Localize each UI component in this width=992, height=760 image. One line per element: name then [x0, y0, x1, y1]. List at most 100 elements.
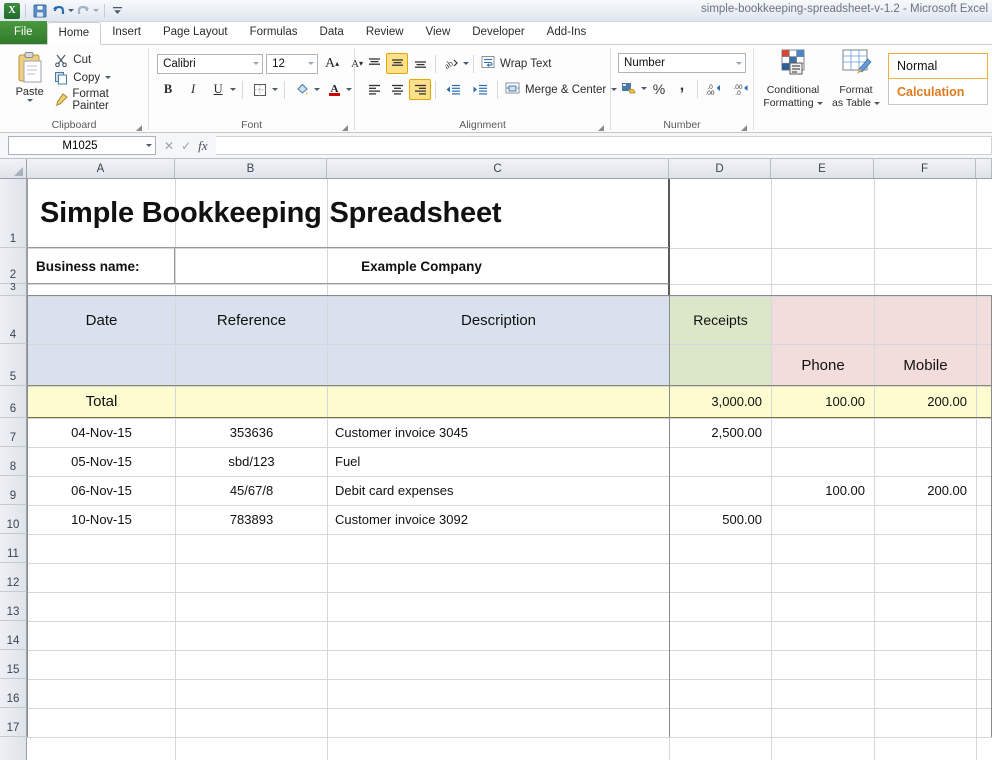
column-header-b[interactable]: B — [175, 159, 327, 178]
percent-style-button[interactable]: % — [648, 78, 670, 99]
cell-d4-receipts-header[interactable]: Receipts — [670, 296, 771, 344]
row-header-17[interactable]: 17 — [0, 708, 27, 737]
paste-button[interactable]: Paste — [6, 49, 53, 102]
row-header-3[interactable]: 3 — [0, 284, 27, 296]
row-header-11[interactable]: 11 — [0, 534, 27, 563]
name-box[interactable]: M1025 — [8, 136, 156, 155]
tab-insert[interactable]: Insert — [101, 21, 152, 44]
clipboard-dialog-launcher[interactable] — [135, 123, 144, 132]
cell-b8-reference[interactable]: sbd/123 — [176, 447, 327, 476]
row-header-13[interactable]: 13 — [0, 592, 27, 621]
redo-dropdown-caret-icon[interactable] — [93, 9, 99, 12]
cell-a10-date[interactable]: 10-Nov-15 — [28, 505, 175, 534]
cell-f8-mobile[interactable] — [875, 447, 974, 476]
cell-a9-date[interactable]: 06-Nov-15 — [28, 476, 175, 505]
decrease-indent-button[interactable] — [440, 79, 466, 100]
cell-b9-reference[interactable]: 45/67/8 — [176, 476, 327, 505]
row-header-18[interactable] — [0, 737, 27, 760]
conditional-formatting-dropdown-caret-icon[interactable] — [817, 102, 823, 105]
cell-a7-date[interactable]: 04-Nov-15 — [28, 418, 175, 447]
cell-e9-phone[interactable]: 100.00 — [772, 476, 872, 505]
row-header-1[interactable]: 1 — [0, 179, 27, 248]
tab-home[interactable]: Home — [47, 22, 102, 45]
borders-dropdown-caret-icon[interactable] — [272, 88, 278, 91]
row-header-12[interactable]: 12 — [0, 563, 27, 592]
font-dialog-launcher[interactable] — [341, 123, 350, 132]
cell-e8-phone[interactable] — [772, 447, 872, 476]
cell-a8-date[interactable]: 05-Nov-15 — [28, 447, 175, 476]
cell-c7-description[interactable]: Customer invoice 3045 — [328, 418, 669, 447]
cell-c4-description-header[interactable]: Description — [328, 296, 669, 344]
tab-review[interactable]: Review — [355, 21, 415, 44]
cell-b2-business-name-value[interactable]: Example Company — [175, 248, 668, 284]
row-header-6[interactable]: 6 — [0, 386, 27, 418]
fill-color-button[interactable] — [291, 79, 320, 100]
comma-style-button[interactable]: , — [671, 78, 693, 99]
increase-decimal-button[interactable]: .0 .00 — [702, 78, 728, 99]
cell-f6-total-mobile[interactable]: 200.00 — [875, 386, 974, 417]
undo-icon[interactable] — [49, 2, 67, 20]
column-header-g[interactable] — [976, 159, 992, 178]
cell-a4-date-header[interactable]: Date — [28, 296, 175, 344]
row-header-8[interactable]: 8 — [0, 447, 27, 476]
cell-d6-total-receipts[interactable]: 3,000.00 — [670, 386, 769, 417]
cell-style-normal[interactable]: Normal — [888, 53, 988, 79]
format-as-table-button[interactable]: Format as Table — [828, 49, 884, 109]
cell-f9-mobile[interactable]: 200.00 — [875, 476, 974, 505]
fill-color-dropdown-caret-icon[interactable] — [314, 88, 320, 91]
cell-d10-receipts[interactable]: 500.00 — [670, 505, 769, 534]
cell-b10-reference[interactable]: 783893 — [176, 505, 327, 534]
cut-button[interactable]: Cut — [53, 52, 144, 67]
font-name-combo[interactable]: Calibri — [157, 54, 263, 74]
cell-c8-description[interactable]: Fuel — [328, 447, 669, 476]
number-dialog-launcher[interactable] — [740, 123, 749, 132]
row-header-2[interactable]: 2 — [0, 248, 27, 284]
cell-e5-phone-header[interactable]: Phone — [772, 344, 874, 386]
cell-d8-receipts[interactable] — [670, 447, 769, 476]
merge-center-button[interactable]: Merge & Center — [502, 80, 620, 99]
tab-view[interactable]: View — [415, 21, 462, 44]
select-all-button[interactable] — [0, 159, 27, 178]
orientation-button[interactable]: ab — [440, 53, 469, 74]
accounting-format-button[interactable] — [618, 78, 647, 99]
name-box-dropdown-caret-icon[interactable] — [146, 144, 152, 147]
cell-a2-business-name-label[interactable]: Business name: — [28, 248, 174, 284]
tab-developer[interactable]: Developer — [461, 21, 535, 44]
align-right-button[interactable] — [409, 79, 431, 100]
column-header-a[interactable]: A — [27, 159, 175, 178]
accounting-dropdown-caret-icon[interactable] — [641, 87, 647, 90]
cell-f5-mobile-header[interactable]: Mobile — [875, 344, 976, 386]
underline-button[interactable]: U — [207, 79, 236, 100]
decrease-decimal-button[interactable]: .00 .0 — [729, 78, 755, 99]
wrap-text-button[interactable]: Wrap Text — [478, 54, 554, 73]
copy-dropdown-caret-icon[interactable] — [105, 76, 111, 79]
cell-c9-description[interactable]: Debit card expenses — [328, 476, 669, 505]
column-header-d[interactable]: D — [669, 159, 771, 178]
row-header-5[interactable]: 5 — [0, 344, 27, 386]
align-bottom-button[interactable] — [409, 53, 431, 74]
align-left-button[interactable] — [363, 79, 385, 100]
column-header-c[interactable]: C — [327, 159, 669, 178]
insert-function-icon[interactable]: fx — [198, 138, 207, 154]
cell-b7-reference[interactable]: 353636 — [176, 418, 327, 447]
row-header-14[interactable]: 14 — [0, 621, 27, 650]
cell-e10-phone[interactable] — [772, 505, 872, 534]
copy-button[interactable]: Copy — [53, 70, 144, 85]
conditional-formatting-button[interactable]: Conditional Formatting — [762, 49, 824, 109]
paste-dropdown-caret-icon[interactable] — [27, 99, 33, 102]
cell-d7-receipts[interactable]: 2,500.00 — [670, 418, 769, 447]
cell-a6-total-label[interactable]: Total — [28, 386, 175, 417]
format-painter-button[interactable]: Format Painter — [53, 88, 144, 112]
cell-f7-mobile[interactable] — [875, 418, 974, 447]
bold-button[interactable]: B — [157, 79, 179, 100]
italic-button[interactable]: I — [182, 79, 204, 100]
cell-c10-description[interactable]: Customer invoice 3092 — [328, 505, 669, 534]
column-header-f[interactable]: F — [874, 159, 976, 178]
align-top-button[interactable] — [363, 53, 385, 74]
align-center-button[interactable] — [386, 79, 408, 100]
column-header-e[interactable]: E — [771, 159, 874, 178]
borders-button[interactable] — [249, 79, 278, 100]
row-header-4[interactable]: 4 — [0, 296, 27, 344]
tab-data[interactable]: Data — [309, 21, 355, 44]
font-color-button[interactable]: A — [323, 79, 352, 100]
